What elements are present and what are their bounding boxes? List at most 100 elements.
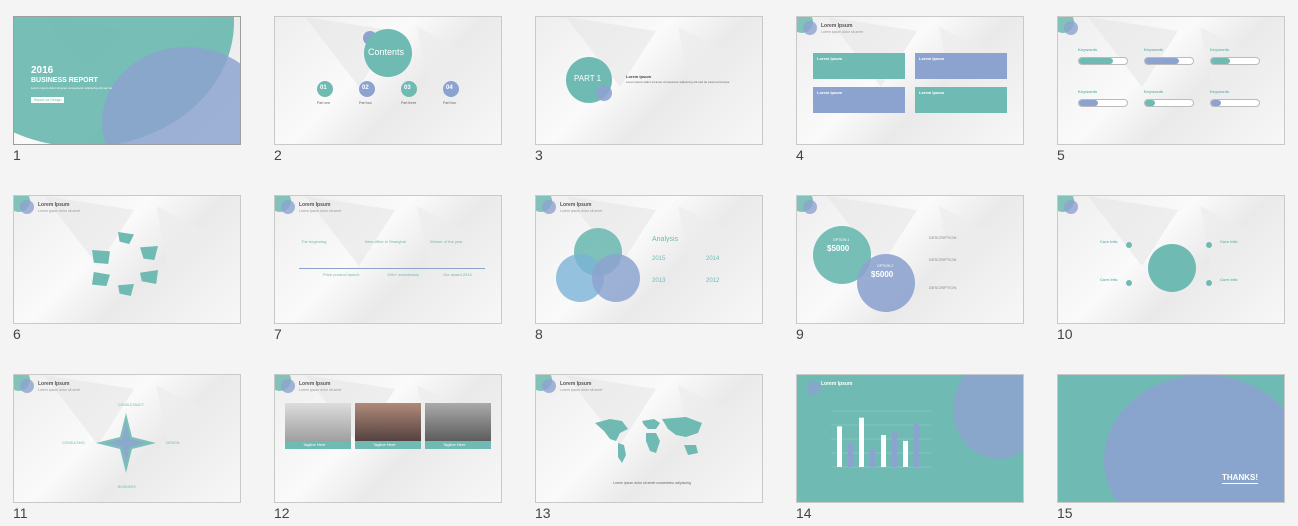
year-text: 2016 <box>31 65 54 76</box>
slide-subheading: Lorem ipsum dolor sit amet <box>821 30 864 34</box>
year-label: 2012 <box>706 278 720 284</box>
slide-subheading: Lorem ipsum dolor sit amet <box>299 209 342 213</box>
chart-bar <box>837 426 842 467</box>
slide-thumbnail-15[interactable]: THANKS! <box>1057 374 1285 503</box>
keyword-label: Keywords <box>1210 47 1230 52</box>
photo-image <box>355 403 421 445</box>
slide-thumbnail-6[interactable]: Lorem Ipsum Lorem ipsum dolor sit amet <box>13 195 241 324</box>
slide-number: 5 <box>1057 147 1065 163</box>
timeline-title: Winner of the year <box>430 239 463 244</box>
chart-bar <box>859 417 864 467</box>
bar-chart <box>831 410 931 468</box>
slide-thumbnail-4[interactable]: Lorem Ipsum Lorem ipsum dolor sit amet L… <box>796 16 1024 145</box>
chart-bar <box>881 435 886 467</box>
photo-image <box>425 403 491 445</box>
slide-thumbnail-10[interactable]: Core Info Core Info Core Info Core Info <box>1057 195 1285 324</box>
slide-thumbnail-3[interactable]: PART 1 Lorem Ipsum Lorem ipsum dolor sit… <box>535 16 763 145</box>
core-label: Core Info <box>1220 239 1238 244</box>
slide-number: 9 <box>796 326 804 342</box>
slide-subheading: Lorem ipsum dolor sit amet <box>38 388 81 392</box>
slide-number: 13 <box>535 505 551 521</box>
slide-number: 3 <box>535 147 543 163</box>
core-label: Core Info <box>1100 239 1118 244</box>
slide-number: 7 <box>274 326 282 342</box>
slide-heading: Lorem Ipsum <box>560 381 592 387</box>
slide-number: 2 <box>274 147 282 163</box>
slide-heading: Lorem Ipsum <box>821 23 853 29</box>
slide-number: 12 <box>274 505 290 521</box>
timeline-title: Our award 2014 <box>443 272 472 277</box>
slide-thumbnail-5[interactable]: Keywords Keywords Keywords Keywords Keyw… <box>1057 16 1285 145</box>
option-value: $5000 <box>827 244 850 253</box>
slide-heading: Lorem Ipsum <box>38 202 70 208</box>
item-number: 03 <box>404 85 411 91</box>
timeline-title: 10th+ anniversary <box>387 272 419 277</box>
contents-title: Contents <box>368 47 405 57</box>
corner-circle-small <box>803 21 817 35</box>
slide-number: 8 <box>535 326 543 342</box>
slide-heading: Lorem Ipsum <box>821 381 853 387</box>
tagline: Tagline Here <box>373 442 396 447</box>
slide-number: 15 <box>1057 505 1073 521</box>
map-caption: Lorem ipsum dolor sit amet consectetur a… <box>613 481 691 485</box>
part-title: PART 1 <box>574 74 602 83</box>
box-title: Lorem Ipsum <box>919 90 945 95</box>
report-button: Report for Design <box>31 97 65 104</box>
keyword-label: Keywords <box>1144 47 1164 52</box>
slide-subheading: Lorem ipsum dolor sit amet <box>299 388 342 392</box>
chart-bar <box>870 449 875 467</box>
slide-background <box>797 17 1023 144</box>
year-label: 2015 <box>652 256 666 262</box>
diagram-label: CONSULTING <box>62 441 85 445</box>
slide-thumbnail-8[interactable]: Lorem Ipsum Lorem ipsum dolor sit amet A… <box>535 195 763 324</box>
year-label: 2014 <box>706 256 720 262</box>
photo-image <box>285 403 351 445</box>
small-circle <box>596 85 612 101</box>
description-label: DESCRIPTION <box>929 235 957 240</box>
slide-thumbnail-11[interactable]: Lorem Ipsum Lorem ipsum dolor sit amet C… <box>13 374 241 503</box>
slide-thumbnail-7[interactable]: Lorem Ipsum Lorem ipsum dolor sit amet T… <box>274 195 502 324</box>
slide-background <box>275 196 501 323</box>
desc-text: Lorem ipsum dolor sit amet consectetur a… <box>31 86 113 90</box>
slide-heading: Lorem Ipsum <box>299 381 331 387</box>
slide-background <box>14 196 240 323</box>
slide-heading: Lorem Ipsum <box>38 381 70 387</box>
slide-thumbnail-12[interactable]: Lorem Ipsum Lorem ipsum dolor sit amet T… <box>274 374 502 503</box>
option-value: $5000 <box>871 270 894 279</box>
slide-number: 4 <box>796 147 804 163</box>
diagram-label: CONSULTANCY <box>118 403 144 407</box>
slide-background <box>1058 17 1284 144</box>
keyword-label: Keywords <box>1144 89 1164 94</box>
option-label: OPTION 1 <box>833 238 850 242</box>
timeline-title: New office in Shanghai <box>365 239 406 244</box>
item-number: 01 <box>320 85 327 91</box>
slide-number: 6 <box>13 326 21 342</box>
slide-heading: Lorem Ipsum <box>560 202 592 208</box>
chart-bar <box>848 443 853 467</box>
chart-bar <box>903 440 908 467</box>
item-number: 02 <box>362 85 369 91</box>
slide-number: 14 <box>796 505 812 521</box>
item-label: Part one <box>317 101 331 105</box>
slide-thumbnail-13[interactable]: Lorem Ipsum Lorem ipsum dolor sit amet L… <box>535 374 763 503</box>
item-number: 04 <box>446 85 453 91</box>
slide-number: 1 <box>13 147 21 163</box>
thanks-title: THANKS! <box>1222 473 1258 482</box>
keyword-label: Keywords <box>1078 89 1098 94</box>
box-title: Lorem Ipsum <box>817 90 843 95</box>
slide-subheading: Lorem ipsum dolor sit amet <box>560 388 603 392</box>
world-map-icon <box>595 417 702 463</box>
part-desc: Lorem ipsum dolor sit amet consectetur a… <box>626 80 730 84</box>
slide-thumbnail-2[interactable]: Contents 01 02 03 04 Part one Part two P… <box>274 16 502 145</box>
slide-subheading: Lorem ipsum dolor sit amet <box>560 209 603 213</box>
description-label: DESCRIPTION <box>929 285 957 290</box>
core-label: Core Info <box>1100 277 1118 282</box>
slide-thumbnail-14[interactable]: Lorem Ipsum <box>796 374 1024 503</box>
slide-thumbnail-1[interactable]: 2016 BUSINESS REPORT Lorem ipsum dolor s… <box>13 16 241 145</box>
core-label: Core Info <box>1220 277 1238 282</box>
slide-number: 10 <box>1057 326 1073 342</box>
box-title: Lorem Ipsum <box>919 56 945 61</box>
year-label: 2013 <box>652 278 666 284</box>
keyword-label: Keywords <box>1210 89 1230 94</box>
slide-thumbnail-9[interactable]: OPTION 1 $5000 OPTION 2 $5000 DESCRIPTIO… <box>796 195 1024 324</box>
